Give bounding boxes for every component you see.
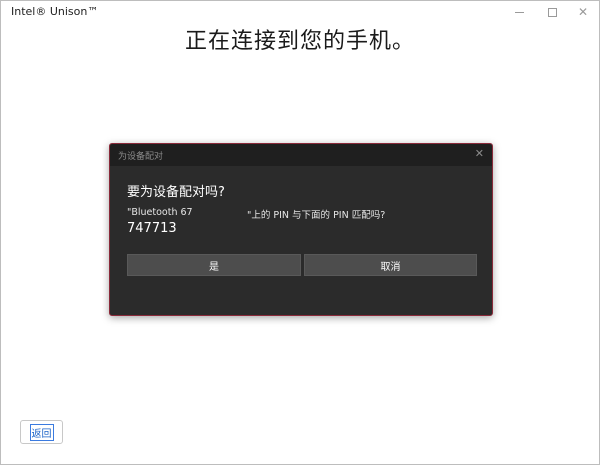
page-title: 正在连接到您的手机。 [184, 29, 415, 54]
back-button[interactable]: 返回 [20, 420, 63, 444]
dialog-question: 要为设备配对吗? [127, 185, 225, 200]
app-window: Intel® Unison™ ✕ 正在连接到您的手机。 为设备配对 ✕ 要为设备… [0, 0, 600, 465]
minimize-icon [514, 11, 524, 13]
dialog-title-bar: 为设备配对 ✕ [110, 144, 492, 166]
back-button-label: 返回 [29, 423, 54, 441]
dialog-message: "Bluetooth 67 "上的 PIN 与下面的 PIN 匹配吗? [127, 207, 487, 221]
dialog-title: 为设备配对 [118, 152, 164, 162]
device-name-text: "Bluetooth 67 [127, 207, 193, 218]
yes-button[interactable]: 是 [127, 254, 301, 276]
minimize-button[interactable] [505, 3, 533, 21]
title-bar: Intel® Unison™ ✕ [1, 1, 599, 23]
maximize-icon [547, 7, 557, 17]
maximize-button[interactable] [538, 3, 566, 21]
close-button[interactable]: ✕ [569, 3, 597, 21]
pin-code: 747713 [127, 221, 177, 236]
pair-device-dialog: 为设备配对 ✕ 要为设备配对吗? "Bluetooth 67 "上的 PIN 与… [109, 143, 493, 316]
dialog-close-icon[interactable]: ✕ [475, 147, 484, 160]
pin-match-text: "上的 PIN 与下面的 PIN 匹配吗? [247, 210, 386, 221]
close-icon: ✕ [577, 5, 589, 19]
cancel-button[interactable]: 取消 [304, 254, 477, 276]
app-title: Intel® Unison™ [11, 5, 99, 18]
